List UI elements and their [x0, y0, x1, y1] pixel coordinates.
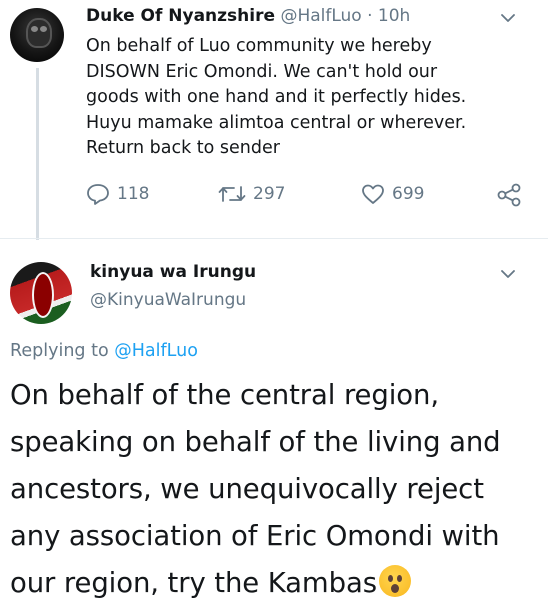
tweet1-text: On behalf of Luo community we hereby DIS… — [86, 34, 526, 162]
tweet2-last-line: our region, try the Kambas — [10, 560, 545, 607]
tweet2-line: any association of Eric Omondi with — [10, 520, 500, 552]
retweet-count: 297 — [253, 184, 286, 204]
masked-face-icon — [26, 18, 52, 48]
tweet1-time[interactable]: 10h — [378, 6, 410, 26]
tweet1-line: goods with one hand and it perfectly hid… — [86, 87, 467, 107]
like-button[interactable]: 699 — [361, 183, 424, 205]
tweet1-display-name[interactable]: Duke Of Nyanzshire — [86, 6, 275, 26]
replying-to: Replying to @HalfLuo — [10, 341, 198, 361]
tweet1-separator: · — [367, 6, 373, 26]
replying-to-label: Replying to — [10, 341, 109, 361]
tweet2-line: speaking on behalf of the living and — [10, 426, 501, 458]
tweet2-display-name[interactable]: kinyua wa Irungu — [90, 262, 256, 282]
retweet-icon — [218, 186, 246, 202]
tweet1-chevron-down-icon[interactable] — [500, 10, 516, 26]
tweet-divider — [0, 238, 548, 239]
avatar-duke[interactable] — [10, 8, 64, 62]
tweet1-line: Return back to sender — [86, 138, 280, 158]
share-icon — [497, 183, 521, 207]
tweet2-line: our region, try the Kambas — [10, 567, 377, 599]
heart-icon — [362, 184, 384, 204]
tweet1-handle[interactable]: @HalfLuo — [280, 6, 361, 26]
avatar-eye-left — [31, 26, 38, 32]
like-count: 699 — [392, 184, 425, 204]
tweet1-line: On behalf of Luo community we hereby — [86, 36, 432, 56]
avatar-eye-right — [40, 26, 47, 32]
tweet2-text: On behalf of the central region, speakin… — [10, 372, 545, 607]
replying-to-handle[interactable]: @HalfLuo — [114, 341, 198, 361]
tweet2-line: On behalf of the central region, — [10, 379, 439, 411]
reply-button[interactable]: 118 — [86, 183, 149, 205]
kenya-shield-icon — [32, 272, 54, 318]
tweet1-header: Duke Of Nyanzshire @HalfLuo · 10h — [86, 6, 410, 26]
tweet1-line: Huyu mamake alimtoa central or wherever. — [86, 112, 467, 133]
share-button[interactable] — [496, 183, 522, 207]
tweet2-chevron-down-icon[interactable] — [500, 266, 516, 282]
reply-icon — [87, 184, 109, 205]
tweet2-line: ancestors, we unequivocally reject — [10, 473, 484, 505]
thread-connector — [36, 68, 39, 240]
reply-count: 118 — [117, 184, 150, 204]
tweet2-handle[interactable]: @KinyuaWaIrungu — [90, 290, 246, 310]
retweet-button[interactable]: 297 — [218, 183, 285, 205]
astonished-face-icon — [378, 565, 411, 597]
tweet1-line: DISOWN Eric Omondi. We can't hold our — [86, 61, 438, 82]
avatar-kinyua[interactable] — [10, 262, 72, 324]
